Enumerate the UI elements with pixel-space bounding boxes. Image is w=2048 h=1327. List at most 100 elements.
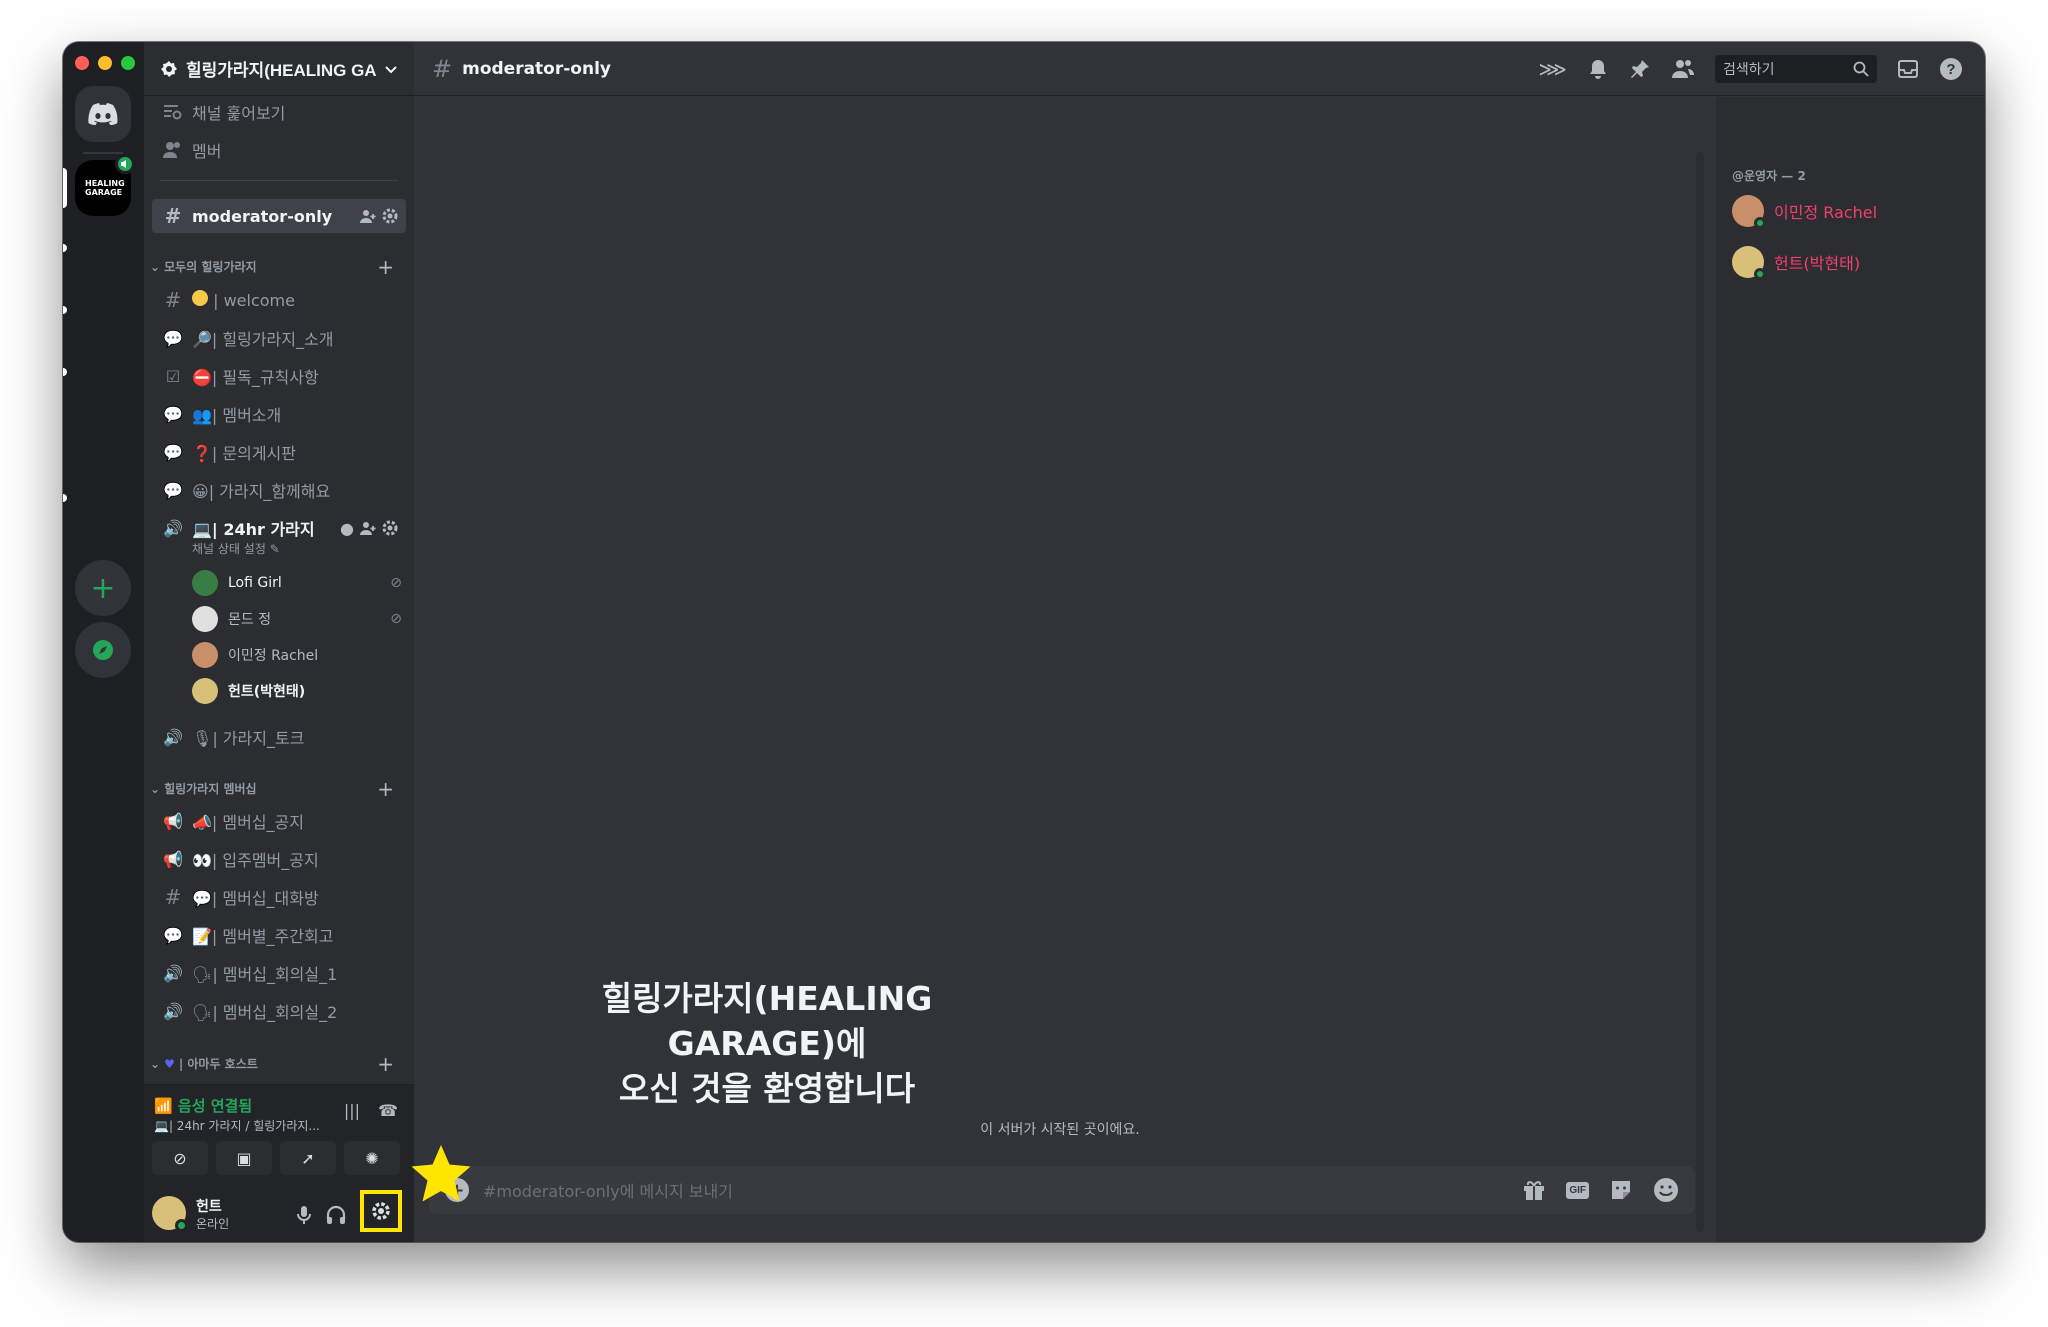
- voice-location[interactable]: 💻| 24hr 가라지 / 힐링가라지...: [154, 1117, 320, 1134]
- discord-home-button[interactable]: [75, 86, 131, 142]
- zoom-window-button[interactable]: [121, 56, 135, 70]
- threads-icon[interactable]: ⋙: [1539, 57, 1567, 81]
- channel-together[interactable]: 💬 😀| 가라지_함께해요: [152, 473, 406, 507]
- chevron-down-icon: ⌄: [150, 781, 161, 796]
- close-window-button[interactable]: [75, 56, 89, 70]
- voice-channel-talk[interactable]: 🔊 🎙| 가라지_토크: [152, 720, 406, 754]
- pin-icon[interactable]: [1629, 58, 1651, 80]
- microphone-icon[interactable]: [296, 1205, 312, 1225]
- add-channel-button[interactable]: +: [377, 777, 394, 801]
- invite-icon[interactable]: [360, 520, 376, 536]
- smile-emoji-icon: 😀: [192, 482, 209, 501]
- voice-user[interactable]: 몬드 정 ⊘: [192, 606, 402, 632]
- active-server-indicator: [63, 168, 67, 208]
- explore-servers-button[interactable]: [75, 622, 131, 678]
- online-status-dot: [175, 1219, 188, 1232]
- laptop-emoji-icon: 💻: [192, 520, 212, 539]
- category-header[interactable]: ⌄ 힐링가라지 멤버십 +: [150, 777, 406, 801]
- soundboard-button[interactable]: ✺: [344, 1141, 400, 1175]
- member-item[interactable]: 헌트(박현태): [1732, 246, 1860, 280]
- sticker-icon[interactable]: [1609, 1178, 1633, 1202]
- forum-icon: 💬: [163, 480, 183, 500]
- speaker-lock-icon: 🔊: [163, 1001, 183, 1021]
- member-item[interactable]: 이민정 Rachel: [1732, 195, 1877, 229]
- avatar[interactable]: [152, 1196, 188, 1232]
- locked-text-channel-icon: #: [164, 204, 182, 228]
- bell-icon[interactable]: [1587, 58, 1609, 80]
- camera-off-icon: ⊘: [173, 1148, 187, 1168]
- channel-membership-chat[interactable]: # 💬| 멤버십_대화방: [152, 880, 406, 914]
- noise-suppression-icon[interactable]: |||: [344, 1101, 360, 1120]
- user-status: 온라인: [196, 1217, 230, 1231]
- channel-label: | 멤버십_대화방: [211, 889, 319, 908]
- chevron-down-icon: ⌄: [150, 259, 161, 274]
- gear-icon[interactable]: [382, 208, 398, 224]
- welcome-title-line: 힐링가라지(HEALING: [601, 979, 933, 1018]
- server-healing-garage[interactable]: HEALING GARAGE: [75, 154, 135, 216]
- browse-channels-link[interactable]: 채널 훑어보기: [152, 95, 406, 129]
- deafened-icon: ⊘: [390, 575, 402, 591]
- server-header[interactable]: 힐링가라지(HEALING GARAGE): [144, 42, 414, 96]
- minimize-window-button[interactable]: [98, 56, 112, 70]
- category-label: | 아마두 호스트: [178, 1057, 258, 1071]
- channel-member-intro[interactable]: 💬 👥| 멤버소개: [152, 397, 406, 431]
- channel-rules[interactable]: ☑ ⛔| 필독_규칙사항: [152, 359, 406, 393]
- discord-window: HEALING GARAGE + 힐링가라지(HEALING GARAGE) 채…: [63, 42, 1985, 1242]
- channel-moderator-only[interactable]: # moderator-only: [152, 199, 406, 233]
- category-label: 힐링가라지 멤버십: [164, 782, 257, 796]
- channel-membership-notice[interactable]: 📢 📣| 멤버십_공지: [152, 804, 406, 838]
- mic-emoji-icon: 🎙: [192, 729, 213, 748]
- search-input[interactable]: 검색하기: [1715, 54, 1877, 83]
- voice-user[interactable]: 헌트(박현태): [192, 678, 402, 704]
- channel-weekly-review[interactable]: 💬 📝| 멤버별_주간회고: [152, 918, 406, 952]
- add-channel-button[interactable]: +: [377, 1052, 394, 1076]
- channel-topbar: # moderator-only ⋙ 검색하기 ?: [414, 42, 1985, 96]
- category-header[interactable]: ⌄ ♥ | 아마두 호스트 +: [150, 1052, 406, 1076]
- message-composer[interactable]: + #moderator-only에 메시지 보내기 GIF: [429, 1166, 1695, 1214]
- add-channel-button[interactable]: +: [377, 255, 394, 279]
- headphones-icon[interactable]: [326, 1205, 346, 1225]
- channel-meeting-2[interactable]: 🔊 🗣| 멤버십_회의실_2: [152, 994, 406, 1028]
- channel-label: | 멤버십_회의실_2: [212, 1003, 338, 1022]
- channel-inquiry[interactable]: 💬 ❓| 문의게시판: [152, 435, 406, 469]
- disconnect-icon[interactable]: ☎: [378, 1101, 398, 1120]
- camera-off-button[interactable]: ⊘: [152, 1141, 208, 1175]
- channel-label: | welcome: [213, 291, 295, 310]
- channel-status-setter[interactable]: 채널 상태 설정 ✎: [192, 540, 280, 557]
- signal-icon: 📶: [154, 1097, 173, 1115]
- memo-emoji-icon: 📝: [192, 927, 212, 946]
- compass-icon: [93, 640, 113, 660]
- add-server-button[interactable]: +: [75, 560, 131, 616]
- chat-scrollbar[interactable]: [1696, 152, 1704, 1232]
- unread-indicator: [63, 306, 67, 314]
- help-icon[interactable]: ?: [1939, 57, 1963, 81]
- gift-icon[interactable]: [1522, 1178, 1546, 1202]
- gif-icon[interactable]: GIF: [1566, 1181, 1589, 1199]
- voice-user-name: 몬드 정: [228, 612, 272, 628]
- voice-user[interactable]: 이민정 Rachel: [192, 642, 402, 668]
- channel-meeting-1[interactable]: 🔊 🗣| 멤버십_회의실_1: [152, 956, 406, 990]
- members-label: 멤버: [192, 142, 222, 161]
- channel-welcome[interactable]: # | welcome: [152, 283, 406, 317]
- unread-indicator: [63, 494, 67, 502]
- channel-sidebar: 힐링가라지(HEALING GARAGE) 채널 훑어보기 멤버 # moder…: [144, 42, 414, 1242]
- inbox-icon[interactable]: [1897, 58, 1919, 80]
- category-header[interactable]: ⌄ 모두의 힐링가라지 +: [150, 255, 406, 279]
- welcome-title-line: 오신 것을 환영합니다: [618, 1069, 916, 1108]
- channel-resident-notice[interactable]: 📢 👀| 입주멤버_공지: [152, 842, 406, 876]
- chat-bubble-icon[interactable]: ●: [340, 519, 354, 538]
- screen-share-button[interactable]: ▣: [216, 1141, 272, 1175]
- activity-button[interactable]: ➚: [280, 1141, 336, 1175]
- member-list-icon[interactable]: [1671, 58, 1695, 80]
- emoji-icon[interactable]: [1653, 1177, 1679, 1203]
- channel-intro[interactable]: 💬 🔎| 힐링가라지_소개: [152, 321, 406, 355]
- megaphone-emoji-icon: 📣: [192, 813, 212, 832]
- speaking-emoji-icon: 🗣: [192, 965, 213, 984]
- voice-user[interactable]: Lofi Girl ⊘: [192, 570, 402, 596]
- user-settings-button[interactable]: [360, 1190, 402, 1232]
- gear-icon[interactable]: [382, 520, 398, 536]
- members-link[interactable]: 멤버: [152, 133, 406, 167]
- voice-status[interactable]: 📶 음성 연결됨: [154, 1095, 252, 1116]
- speaker-lock-icon: 🔊: [163, 727, 183, 747]
- invite-icon[interactable]: [360, 208, 376, 224]
